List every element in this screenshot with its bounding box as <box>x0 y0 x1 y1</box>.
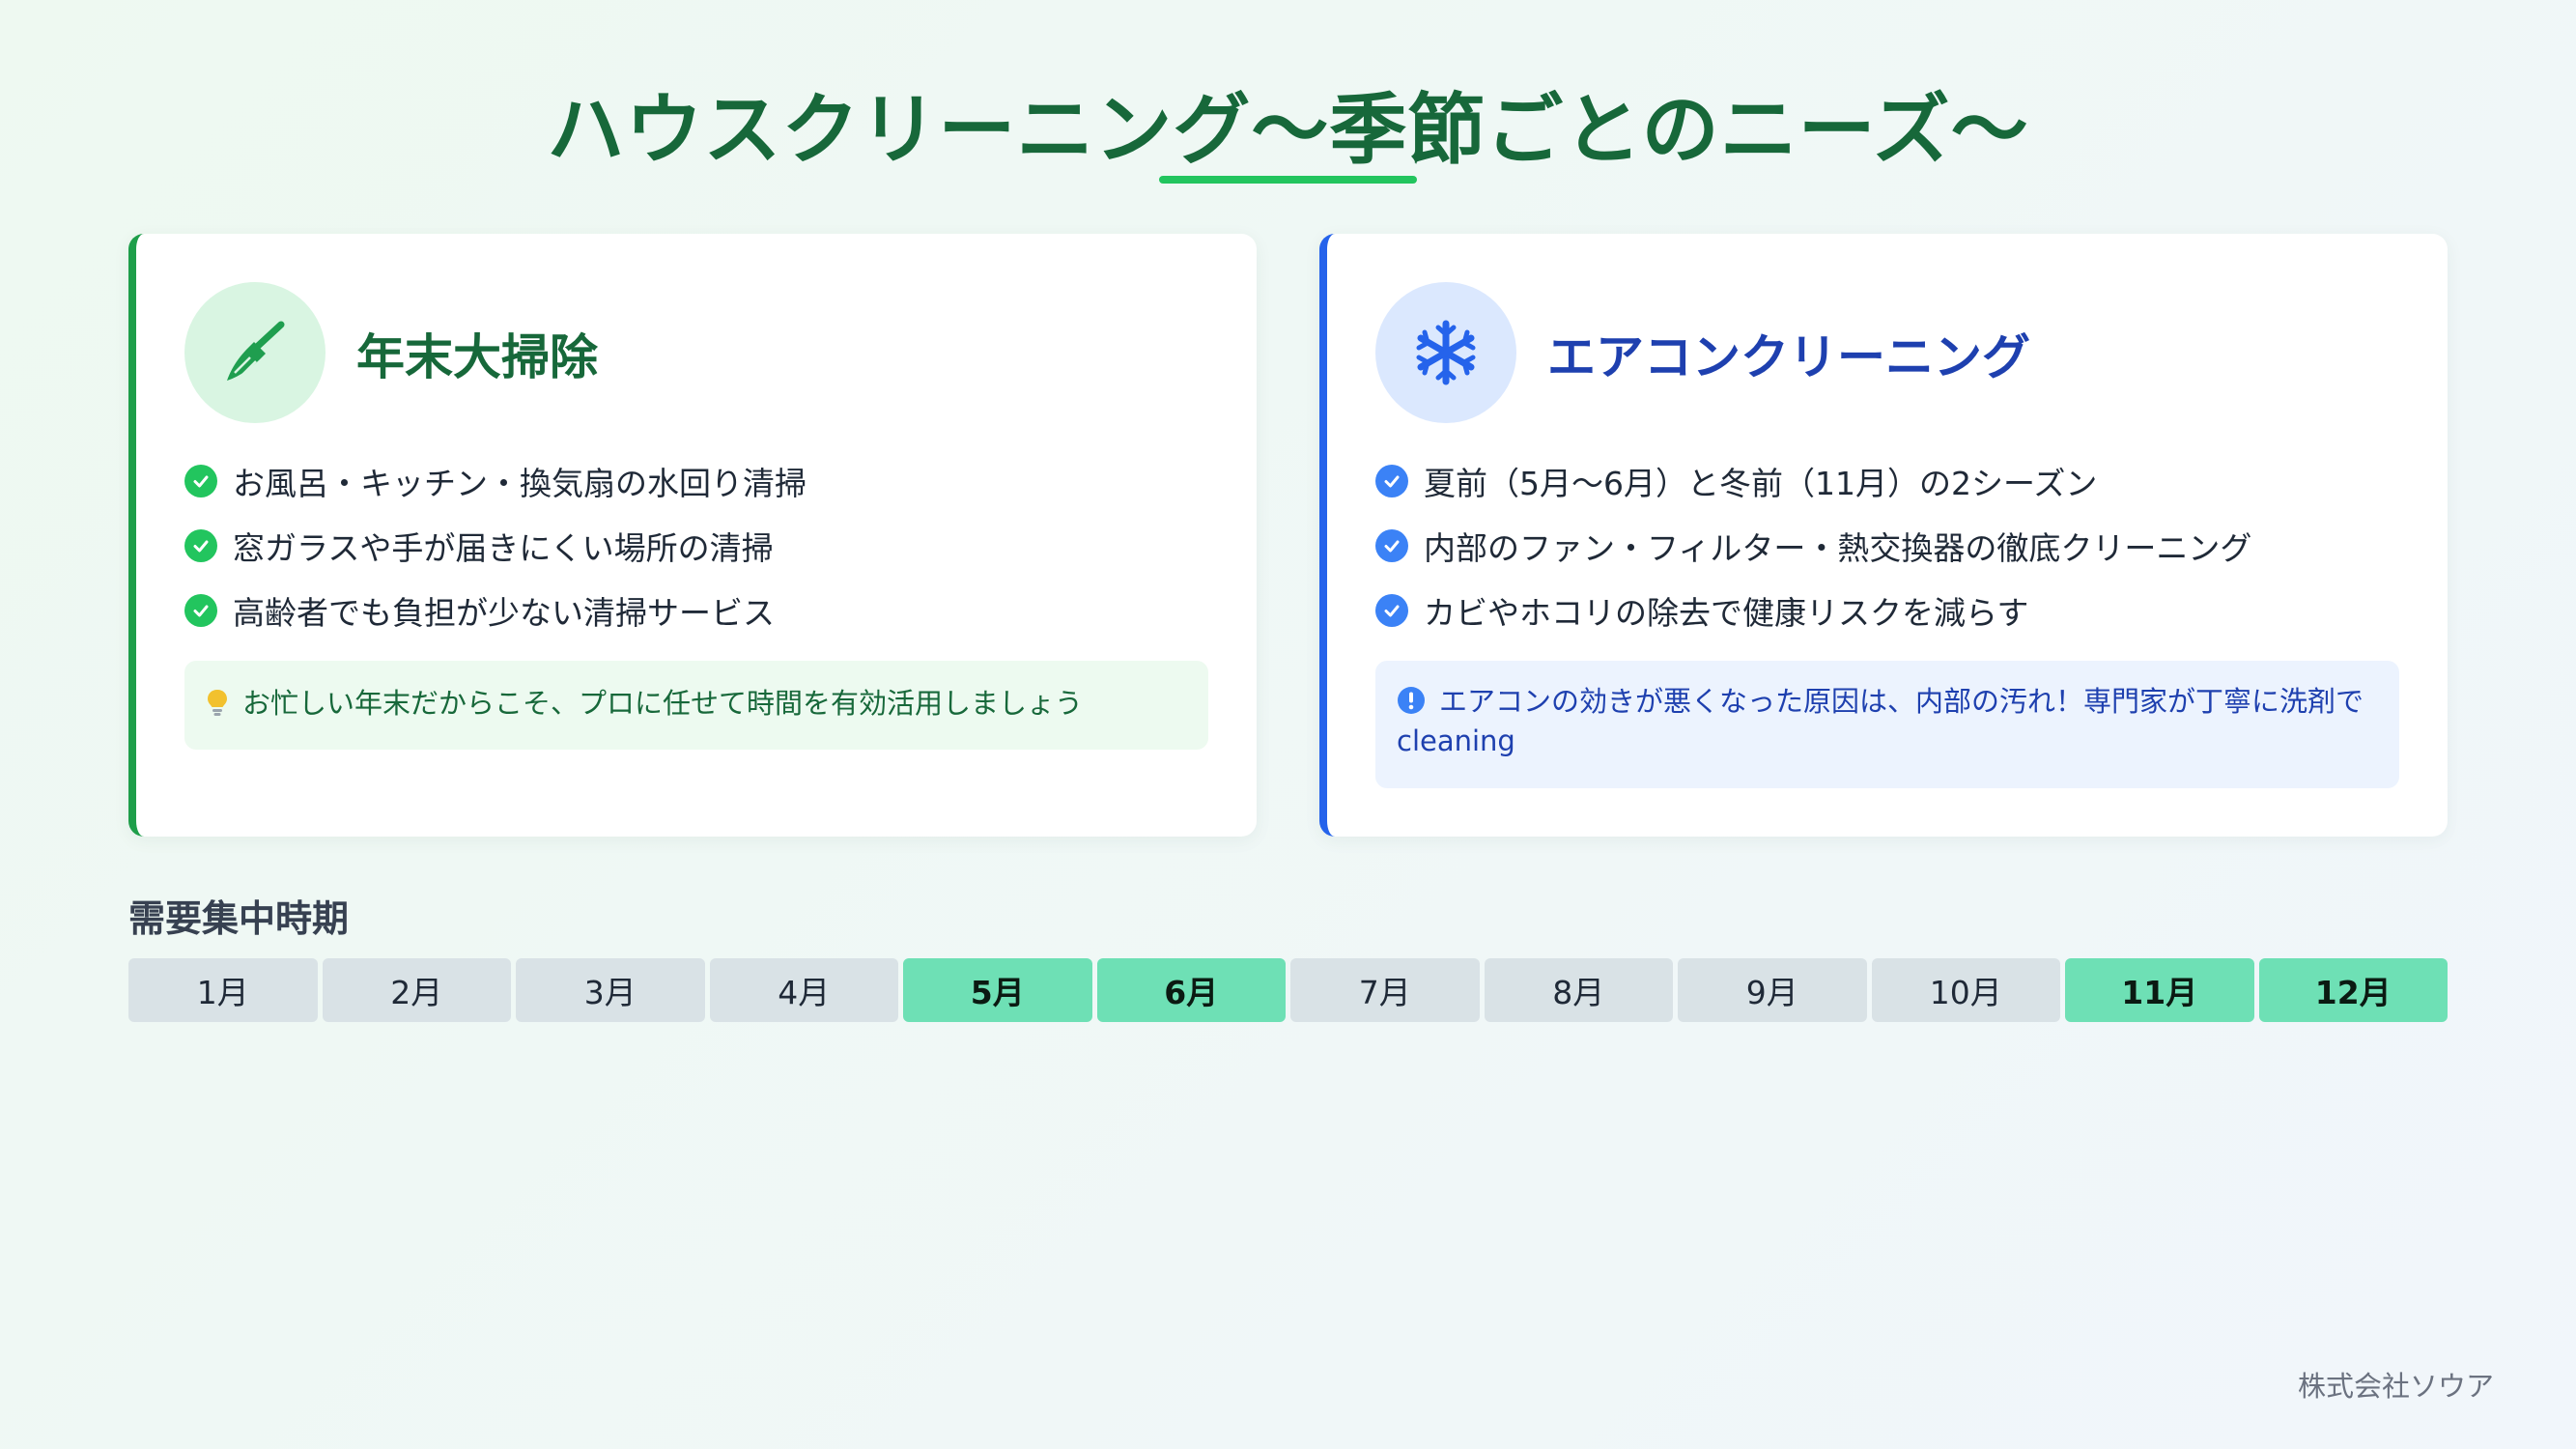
card-title: エアコンクリーニング <box>1547 329 2030 385</box>
list-item-text: 夏前（5月〜6月）と冬前（11月）の2シーズン <box>1424 464 2098 502</box>
list-item: 夏前（5月〜6月）と冬前（11月）の2シーズン <box>1375 448 2251 513</box>
check-circle-icon <box>1375 464 1408 497</box>
month-cell-peak: 6月 <box>1096 958 1286 1022</box>
month-cell: 10月 <box>1871 958 2060 1022</box>
list-item: 窓ガラスや手が届きにくい場所の清掃 <box>184 513 807 578</box>
month-cell: 9月 <box>1678 958 1867 1022</box>
list-item-text: 内部のファン・フィルター・熱交換器の徹底クリーニング <box>1424 528 2252 567</box>
snowflake-icon <box>1416 320 1476 385</box>
list-item: 内部のファン・フィルター・熱交換器の徹底クリーニング <box>1375 513 2251 578</box>
month-cell: 8月 <box>1484 958 1673 1022</box>
broom-icon <box>227 321 285 381</box>
company-name: 株式会社ソウア <box>2297 1370 2494 1403</box>
list-item-text: 高齢者でも負担が少ない清掃サービス <box>233 593 775 632</box>
snowflake-icon-circle <box>1375 282 1516 423</box>
title-underline <box>1159 176 1417 184</box>
month-cell: 7月 <box>1290 958 1480 1022</box>
list-item-text: カビやホコリの除去で健康リスクを減らす <box>1424 593 2029 632</box>
info-note: エアコンの効きが悪くなった原因は、内部の汚れ！専門家が丁寧に洗剤で cleani… <box>1375 661 2399 788</box>
check-circle-icon <box>184 464 217 497</box>
check-circle-icon <box>1375 593 1408 627</box>
card-title: 年末大掃除 <box>356 329 598 385</box>
list-item-text: 窓ガラスや手が届きにくい場所の清掃 <box>233 528 774 567</box>
month-cell-peak: 11月 <box>2065 958 2254 1022</box>
check-circle-icon <box>1375 528 1408 562</box>
month-cell: 2月 <box>322 958 511 1022</box>
tip-text: お忙しい年末だからこそ、プロに任せて時間を有効活用しましょう <box>242 687 1084 720</box>
check-circle-icon <box>184 528 217 562</box>
page-title: ハウスクリーニング〜季節ごとのニーズ〜 <box>547 85 2029 175</box>
card-aircon-cleaning: エアコンクリーニング 夏前（5月〜6月）と冬前（11月）の2シーズン 内部のファ… <box>1319 234 2448 837</box>
lightbulb-icon <box>208 690 227 716</box>
exclamation-circle-icon <box>1398 687 1425 714</box>
feature-list: お風呂・キッチン・換気扇の水回り清掃 窓ガラスや手が届きにくい場所の清掃 高齢者… <box>184 448 807 642</box>
list-item: カビやホコリの除去で健康リスクを減らす <box>1375 578 2251 642</box>
month-cell-peak: 5月 <box>903 958 1092 1022</box>
card-year-end-cleaning: 年末大掃除 お風呂・キッチン・換気扇の水回り清掃 窓ガラスや手が届きにくい場所の… <box>128 234 1257 837</box>
month-cell: 4月 <box>709 958 898 1022</box>
demand-month-bar: 1月 2月 3月 4月 5月 6月 7月 8月 9月 10月 11月 12月 <box>128 958 2448 1022</box>
list-item: 高齢者でも負担が少ない清掃サービス <box>184 578 807 642</box>
list-item-text: お風呂・キッチン・換気扇の水回り清掃 <box>233 464 807 502</box>
list-item: お風呂・キッチン・換気扇の水回り清掃 <box>184 448 807 513</box>
demand-section-label: 需要集中時期 <box>128 897 350 940</box>
month-cell: 1月 <box>128 958 318 1022</box>
broom-icon-circle <box>184 282 326 423</box>
info-text: エアコンの効きが悪くなった原因は、内部の汚れ！専門家が丁寧に洗剤で cleani… <box>1397 685 2364 757</box>
check-circle-icon <box>184 593 217 627</box>
month-cell: 3月 <box>516 958 705 1022</box>
feature-list: 夏前（5月〜6月）と冬前（11月）の2シーズン 内部のファン・フィルター・熱交換… <box>1375 448 2251 642</box>
month-cell-peak: 12月 <box>2258 958 2448 1022</box>
tip-note: お忙しい年末だからこそ、プロに任せて時間を有効活用しましょう <box>184 661 1208 750</box>
